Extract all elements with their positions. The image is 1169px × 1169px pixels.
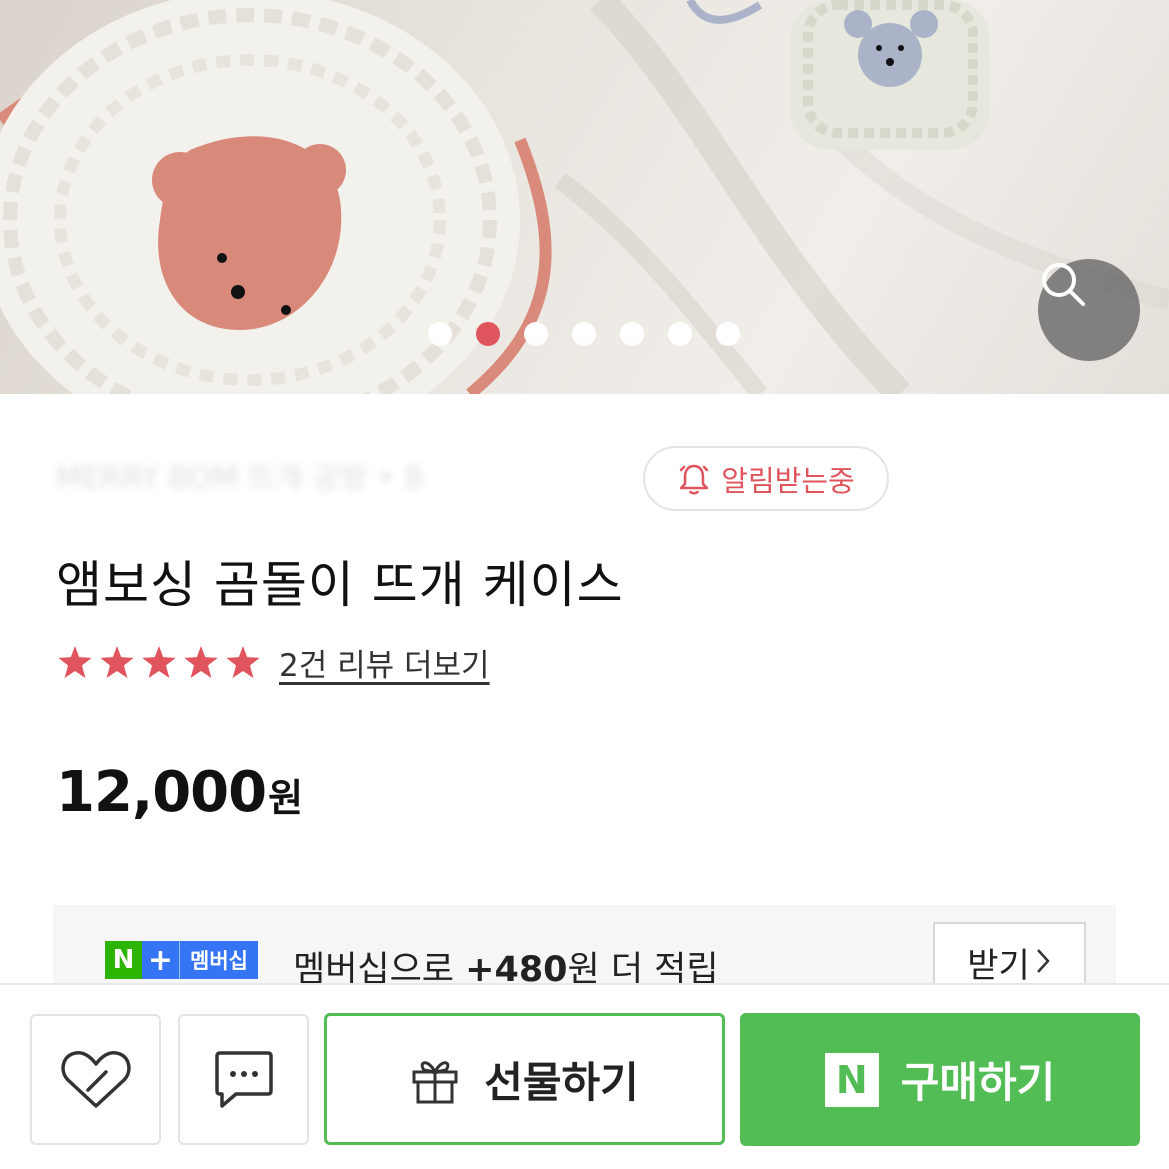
price-value: 12,000	[56, 760, 267, 825]
carousel-dot[interactable]	[572, 322, 596, 346]
membership-badge-label: 멤버십	[179, 941, 258, 979]
star-icon	[140, 644, 178, 680]
star-icon	[224, 644, 262, 680]
notify-button[interactable]: 알림받는중	[643, 446, 889, 511]
receive-points-button[interactable]: 받기	[933, 922, 1086, 985]
buy-button[interactable]: N 구매하기	[740, 1013, 1140, 1146]
product-title: 앰보싱 곰돌이 뜨개 케이스	[56, 556, 624, 614]
membership-text-prefix: 멤버십으로	[293, 950, 466, 985]
gift-button[interactable]: 선물하기	[324, 1013, 725, 1145]
naver-pay-logo: N	[824, 1052, 879, 1107]
zoom-button[interactable]	[1038, 259, 1140, 361]
buy-label: 구매하기	[900, 1058, 1056, 1107]
carousel-dot[interactable]	[668, 322, 692, 346]
gift-label: 선물하기	[484, 1057, 639, 1107]
star-icon	[182, 644, 220, 680]
carousel-indicator	[428, 322, 740, 346]
membership-points-text: 멤버십으로 +480원 더 적립	[293, 941, 719, 985]
wishlist-button[interactable]	[30, 1014, 161, 1145]
bell-icon	[680, 464, 709, 494]
membership-text-suffix: 원 더 적립	[567, 950, 719, 985]
price-unit: 원	[268, 776, 304, 820]
plus-icon: +	[142, 941, 179, 979]
carousel-dot[interactable]	[524, 322, 548, 346]
membership-points: +480	[465, 950, 568, 985]
chat-button[interactable]	[178, 1014, 309, 1145]
star-icon	[56, 644, 94, 680]
gift-icon	[412, 1061, 458, 1104]
heart-icon	[60, 1050, 131, 1108]
price: 12,000 원	[56, 760, 303, 825]
carousel-dot-active[interactable]	[476, 322, 500, 346]
carousel-dot[interactable]	[716, 322, 740, 346]
search-icon	[1042, 263, 1085, 306]
seller-name[interactable]: MERRY BOM 뜨개 공방 • 8	[56, 456, 626, 502]
product-image-carousel[interactable]	[0, 0, 1169, 394]
carousel-dot[interactable]	[620, 322, 644, 346]
membership-banner: N + 멤버십 멤버십으로 +480원 더 적립 받기	[53, 905, 1116, 985]
notify-label: 알림받는중	[721, 463, 855, 498]
review-link[interactable]: 2건 리뷰 더보기	[279, 640, 490, 685]
membership-badge: N + 멤버십	[105, 941, 258, 979]
carousel-dot[interactable]	[428, 322, 452, 346]
naver-n-logo: N	[105, 941, 142, 979]
chat-icon	[214, 1050, 273, 1108]
receive-label: 받기	[967, 946, 1030, 985]
chevron-right-icon	[1036, 949, 1050, 973]
star-icon	[98, 644, 136, 680]
rating-stars	[56, 644, 262, 680]
purchase-bar: 선물하기 N 구매하기	[0, 983, 1169, 1169]
